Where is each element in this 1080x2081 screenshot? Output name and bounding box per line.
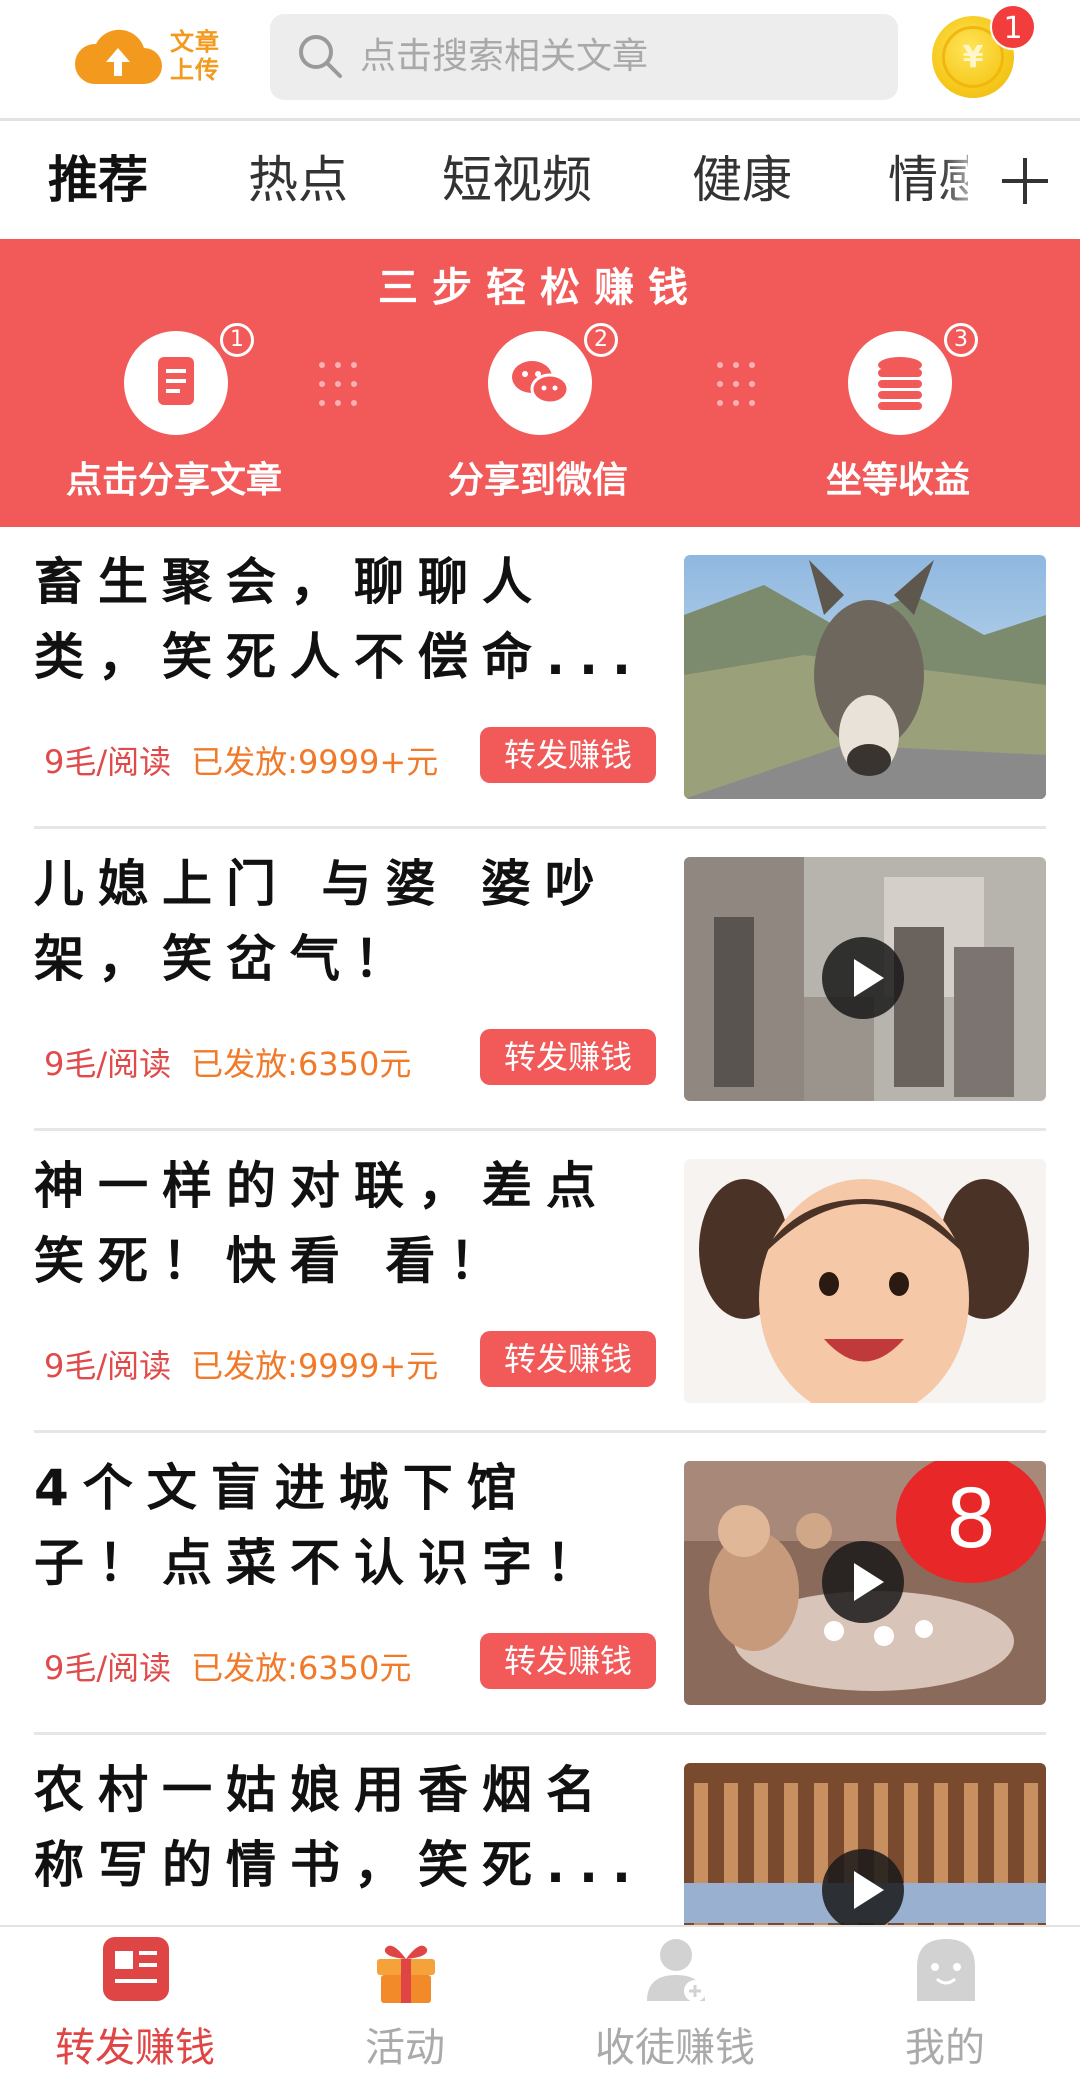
coins-icon (878, 357, 922, 410)
article-title[interactable]: 神一样的对联，差点笑死！快看 看！太... (34, 1149, 654, 1299)
play-icon[interactable] (822, 1541, 904, 1623)
step-circle (124, 331, 228, 435)
nav-label: 活动 (365, 2025, 445, 2071)
step-share-wechat: 2 分享到微信 (388, 323, 688, 511)
bottom-navigation: 转发赚钱 活动 收徒赚钱 我的 (0, 1925, 1080, 2081)
step-number: 1 (220, 323, 254, 357)
donkey-image (684, 555, 1046, 799)
paid-amount: 已发放:6350元 (191, 1649, 412, 1687)
step-number: 3 (944, 323, 978, 357)
upload-cloud-icon (74, 29, 162, 85)
tab-recommend[interactable]: 推荐 (48, 121, 148, 239)
share-earn-button[interactable]: 转发赚钱 (480, 1633, 656, 1689)
step-label: 坐等收益 (825, 460, 970, 501)
nav-share-earn[interactable]: 转发赚钱 (0, 1927, 270, 2081)
news-card-icon (103, 1937, 169, 2001)
article-meta: 9毛/阅读 已发放:6350元 (44, 1643, 411, 1689)
step-number: 2 (584, 323, 618, 357)
smiling-girl-image (684, 1159, 1046, 1403)
reward-rate: 9毛/阅读 (44, 743, 172, 781)
step-label: 点击分享文章 (65, 460, 282, 501)
nav-mine[interactable]: 我的 (810, 1927, 1080, 2081)
three-steps-banner[interactable]: 三步轻松赚钱 1 点击分享文章 2 分享到微信 3 坐等收益 (0, 239, 1080, 527)
gift-icon (377, 1945, 435, 2003)
tab-health[interactable]: 健康 (692, 121, 792, 239)
article-thumbnail[interactable] (684, 857, 1046, 1101)
article-thumbnail[interactable] (684, 555, 1046, 799)
step-wait-income: 3 坐等收益 (748, 323, 1048, 511)
tab-fade (940, 121, 990, 239)
reward-rate: 9毛/阅读 (44, 1045, 172, 1083)
article-thumbnail[interactable]: 8 (684, 1461, 1046, 1705)
nav-label: 转发赚钱 (55, 2025, 215, 2071)
article-title[interactable]: 畜生聚会，聊聊人类，笑死人不偿命... (34, 545, 654, 695)
tab-short-video[interactable]: 短视频 (442, 121, 592, 239)
article-item[interactable]: 畜生聚会，聊聊人类，笑死人不偿命... 9毛/阅读 已发放:9999+元 转发赚钱 (0, 527, 1080, 829)
paid-amount: 已发放:9999+元 (191, 1347, 439, 1385)
step-circle (488, 331, 592, 435)
dots-divider (319, 362, 357, 406)
article-title[interactable]: 农村一姑娘用香烟名称写的情书，笑死... (34, 1753, 654, 1903)
search-placeholder: 点击搜索相关文章 (360, 36, 649, 77)
nav-activity[interactable]: 活动 (270, 1927, 540, 2081)
step-share-article: 1 点击分享文章 (24, 323, 324, 511)
article-item[interactable]: 儿媳上门 与婆 婆吵架，笑岔气！ 9毛/阅读 已发放:6350元 转发赚钱 (0, 829, 1080, 1131)
ghost-face-icon (917, 1939, 975, 2001)
nav-recruit-earn[interactable]: 收徒赚钱 (540, 1927, 810, 2081)
banner-title: 三步轻松赚钱 (378, 265, 702, 311)
add-tab-icon[interactable] (990, 121, 1060, 239)
article-item[interactable]: 4个文盲进城下馆子！点菜不认识字！笑... 9毛/阅读已发放:6350元 转发赚… (0, 1433, 1080, 1735)
reward-rate: 9毛/阅读 (44, 1649, 172, 1687)
play-icon[interactable] (822, 1849, 904, 1931)
wechat-icon (512, 361, 570, 405)
search-bar[interactable]: 点击搜索相关文章 (270, 14, 898, 100)
article-meta: 9毛/阅读 已发放:6350元 (44, 1039, 411, 1085)
search-icon (299, 35, 342, 78)
notification-badge: 1 (990, 4, 1036, 50)
article-title[interactable]: 4个文盲进城下馆子！点菜不认识字！笑... (34, 1451, 654, 1601)
reward-rate: 9毛/阅读 (44, 1347, 172, 1385)
nav-label: 我的 (905, 2025, 985, 2071)
step-circle (848, 331, 952, 435)
paid-amount: 已发放:6350元 (191, 1045, 412, 1083)
nav-label: 收徒赚钱 (595, 2025, 755, 2071)
tab-hot[interactable]: 热点 (248, 121, 348, 239)
article-title[interactable]: 儿媳上门 与婆 婆吵架，笑岔气！ (34, 847, 654, 997)
step-label: 分享到微信 (447, 460, 628, 501)
add-user-icon (647, 1939, 706, 2002)
share-earn-button[interactable]: 转发赚钱 (480, 727, 656, 783)
article-meta: 9毛/阅读 已发放:9999+元 (44, 737, 438, 783)
logo-text: 文章上传 (170, 28, 220, 84)
upload-article-logo[interactable]: 文章上传 (74, 16, 234, 96)
article-thumbnail[interactable] (684, 1159, 1046, 1403)
article-item[interactable]: 神一样的对联，差点笑死！快看 看！太... 9毛/阅读已发放:9999+元 转发… (0, 1131, 1080, 1433)
share-earn-button[interactable]: 转发赚钱 (480, 1029, 656, 1085)
share-earn-button[interactable]: 转发赚钱 (480, 1331, 656, 1387)
document-icon (158, 357, 194, 405)
paid-amount: 已发放:9999+元 (191, 743, 439, 781)
top-header: 文章上传 点击搜索相关文章 ¥ 1 (0, 0, 1080, 121)
category-tabs: 推荐 热点 短视频 健康 情感 (0, 121, 1080, 239)
play-icon[interactable] (822, 937, 904, 1019)
article-meta: 9毛/阅读 已发放:9999+元 (44, 1341, 438, 1387)
